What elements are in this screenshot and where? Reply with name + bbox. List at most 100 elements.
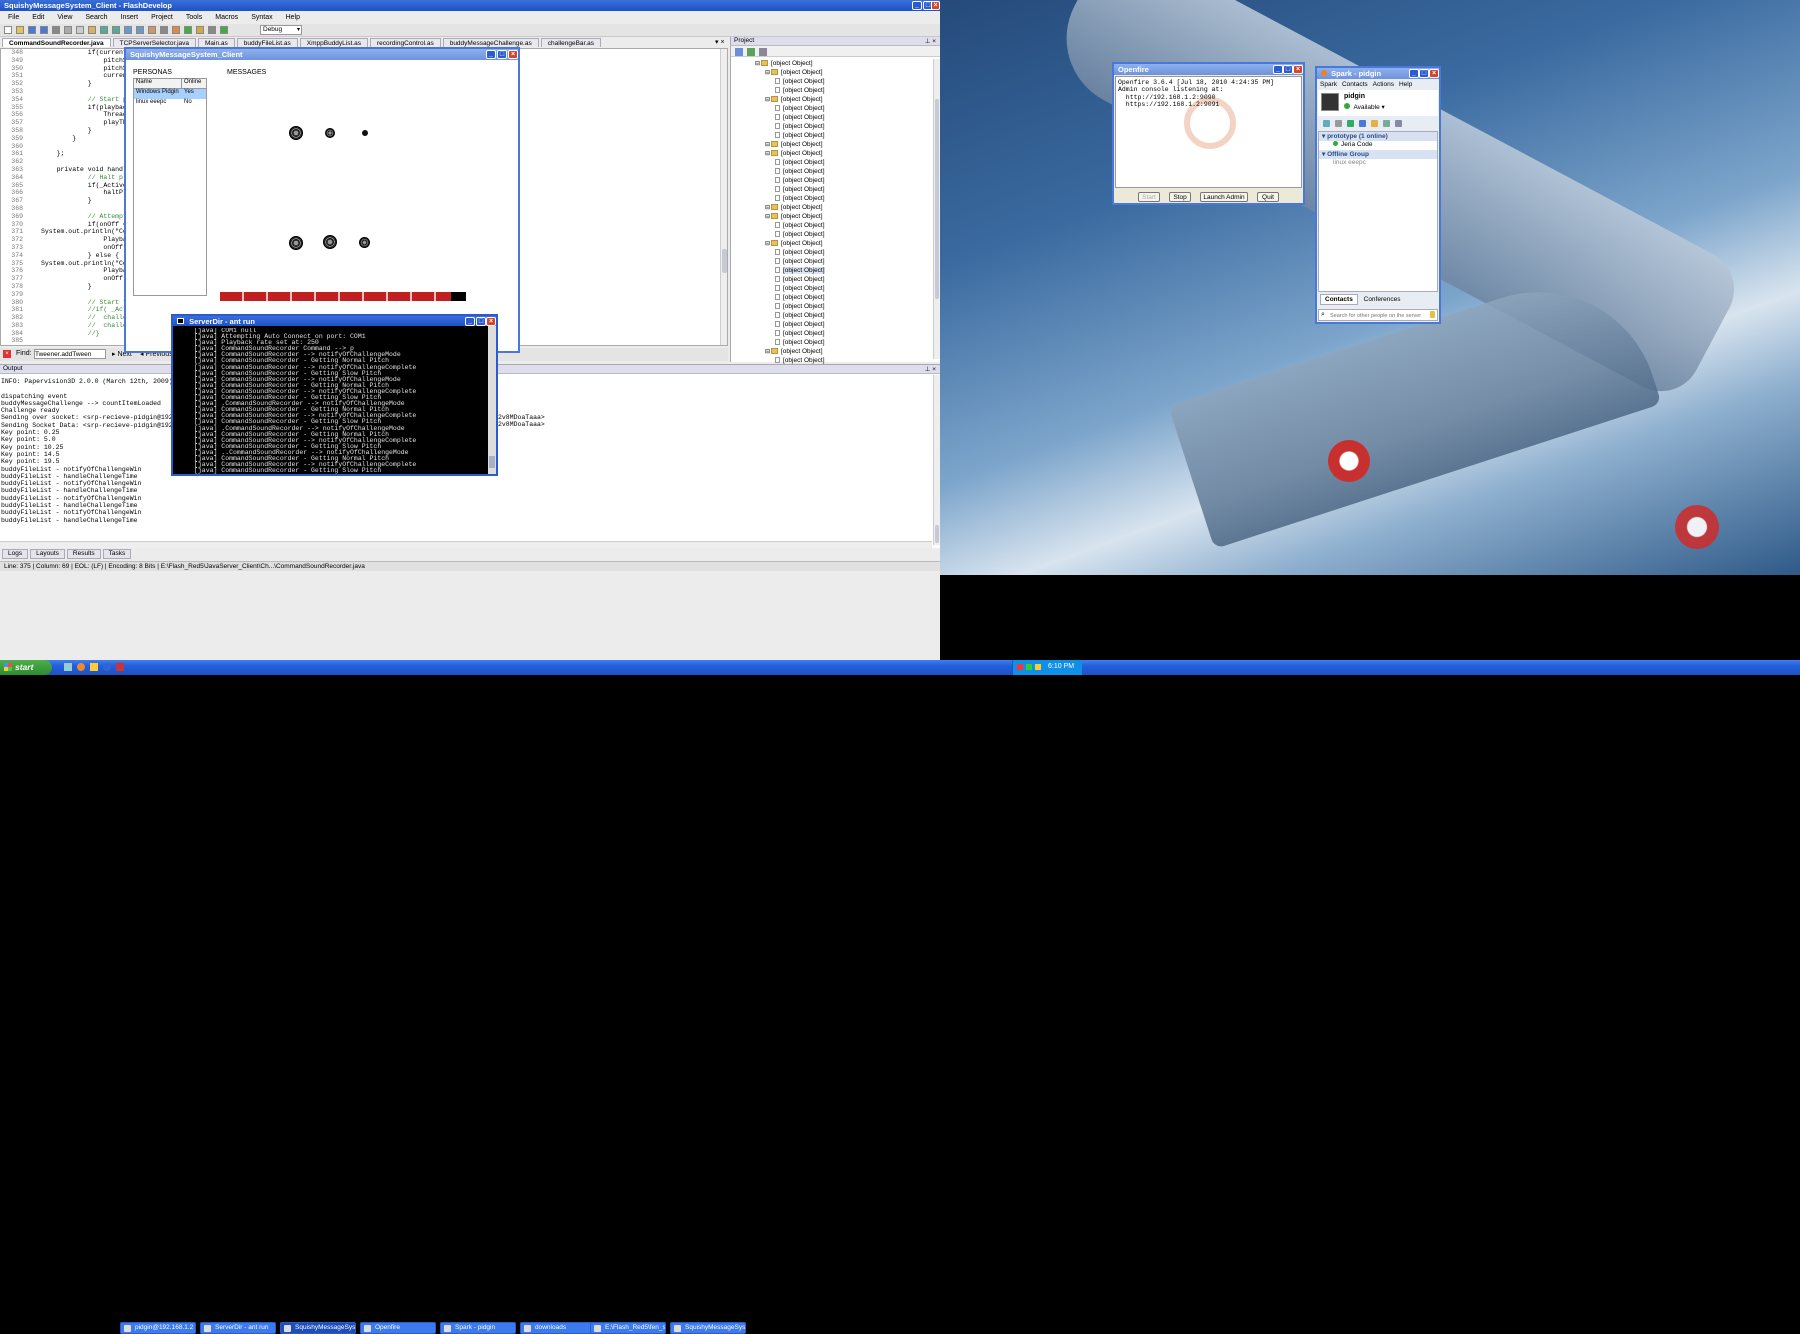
output-scrollbar[interactable] [933, 375, 940, 545]
document-icon[interactable] [1395, 120, 1402, 127]
tree-folder[interactable]: ⊟[object Object] [731, 239, 931, 248]
replace-icon[interactable] [136, 26, 144, 34]
menu-item[interactable]: Syntax [251, 14, 272, 21]
minimize-button[interactable]: _ [1409, 69, 1419, 78]
close-button[interactable]: × [508, 50, 518, 59]
tree-file[interactable]: [object Object] [731, 230, 931, 239]
clock[interactable]: 6:10 PM [1048, 663, 1074, 670]
serverdir-titlebar[interactable]: ServerDir - ant run _ □ × [173, 316, 496, 326]
tree-file[interactable]: [object Object] [731, 194, 931, 203]
message-orb[interactable] [323, 235, 337, 249]
attach-icon[interactable] [1335, 120, 1342, 127]
message-orb[interactable] [289, 236, 303, 250]
column-name-header[interactable]: Name [134, 79, 182, 88]
browser-icon[interactable] [76, 663, 85, 671]
chat-icon[interactable] [1323, 120, 1330, 127]
tree-file[interactable]: [object Object] [731, 185, 931, 194]
tab-document[interactable]: TCPServerSelector.java [112, 38, 197, 47]
tray-icon[interactable] [1017, 664, 1023, 670]
settings-icon[interactable] [208, 26, 216, 34]
contact-item[interactable]: linux eeepc [1319, 159, 1437, 168]
save-icon[interactable] [28, 26, 36, 34]
open-icon[interactable] [16, 26, 24, 34]
group-header[interactable]: ▾ prototype (1 online) [1319, 132, 1437, 141]
tab-document[interactable]: Main.as [198, 38, 235, 47]
taskbar-button[interactable]: E:\Flash_Red5\fen_s... [590, 1322, 666, 1334]
taskbar-button[interactable]: Spark - pidgin [440, 1322, 516, 1334]
console-output[interactable]: [java] COM1 null [java] Attempting Auto C… [194, 328, 484, 474]
menu-item[interactable]: Edit [32, 14, 44, 21]
stop-button[interactable]: Stop [1169, 192, 1191, 202]
start-button[interactable]: Start [1138, 192, 1160, 202]
menu-item[interactable]: View [57, 14, 72, 21]
table-row[interactable]: Windows Pidgin Yes [134, 89, 206, 99]
tree-file[interactable]: [object Object] [731, 338, 931, 347]
bottom-tab[interactable]: Logs [2, 549, 29, 559]
spark-titlebar[interactable]: Spark - pidgin _ □ × [1317, 68, 1439, 79]
spark-menu-item[interactable]: Spark [1320, 81, 1337, 88]
flash-player-titlebar[interactable]: SquishyMessageSystem_Client _ □ × [126, 49, 518, 60]
spark-menu-item[interactable]: Contacts [1342, 81, 1368, 88]
tree-scrollbar[interactable] [933, 59, 940, 359]
tree-file[interactable]: [object Object] [731, 86, 931, 95]
menu-item[interactable]: Tools [186, 14, 202, 21]
tab-active[interactable]: CommandSoundRecorder.java [2, 38, 111, 47]
tree-file[interactable]: [object Object] [731, 275, 931, 284]
maximize-button[interactable]: □ [1283, 65, 1293, 74]
cut-icon[interactable] [64, 26, 72, 34]
tree-file[interactable]: [object Object] [731, 248, 931, 257]
tree-file[interactable]: [object Object] [731, 113, 931, 122]
tray-icon[interactable] [1035, 664, 1041, 670]
contact-item[interactable]: Jeria Code [1319, 141, 1437, 150]
flashdevelop-titlebar[interactable]: SquishyMessageSystem_Client - FlashDevel… [0, 0, 940, 11]
avatar[interactable] [1321, 93, 1339, 111]
print-icon[interactable] [52, 26, 60, 34]
presence-selector[interactable]: Available ▾ [1344, 103, 1385, 111]
tree-file[interactable]: [object Object] [731, 293, 931, 302]
tab-document[interactable]: buddyMessageChallenge.as [442, 38, 539, 47]
test-movie-icon[interactable] [184, 26, 192, 34]
tab-document[interactable]: challengeBar.as [540, 38, 601, 47]
menu-item[interactable]: Macros [215, 14, 238, 21]
tree-file[interactable]: [object Object] [731, 131, 931, 140]
build-config-select[interactable]: Debug ▾ [260, 25, 302, 35]
spark-menu-item[interactable]: Actions [1373, 81, 1394, 88]
refresh-icon[interactable] [747, 48, 755, 56]
tree-file[interactable]: [object Object] [731, 122, 931, 131]
paste-icon[interactable] [88, 26, 96, 34]
scroll-thumb[interactable] [722, 249, 727, 273]
undo-icon[interactable] [100, 26, 108, 34]
taskbar-button[interactable]: SquishyMessageSyst... [670, 1322, 746, 1334]
redo-icon[interactable] [112, 26, 120, 34]
spark-menu-item[interactable]: Help [1399, 81, 1412, 88]
message-orb[interactable] [362, 130, 368, 136]
output-scroll-thumb[interactable] [935, 525, 939, 543]
console-scroll-thumb[interactable] [489, 456, 495, 468]
project-settings-icon[interactable] [759, 48, 767, 56]
minimize-button[interactable]: _ [486, 50, 496, 59]
tree-file[interactable]: [object Object] [731, 221, 931, 230]
maximize-button[interactable]: □ [476, 317, 486, 326]
bottom-tab[interactable]: Tasks [102, 549, 132, 559]
tab-contacts[interactable]: Contacts [1320, 294, 1358, 305]
tree-file[interactable]: [object Object] [731, 77, 931, 86]
editor-scrollbar[interactable] [720, 49, 727, 345]
close-find-icon[interactable]: × [3, 350, 11, 358]
refresh-icon[interactable] [1359, 120, 1366, 127]
taskbar-button[interactable]: ServerDir - ant run [200, 1322, 276, 1334]
project-view-icon[interactable] [735, 48, 743, 56]
tree-folder[interactable]: ⊟[object Object] [731, 68, 931, 77]
launch-admin-button[interactable]: Launch Admin [1200, 192, 1248, 202]
close-button[interactable]: × [931, 1, 940, 10]
bottom-tab[interactable]: Layouts [30, 549, 65, 559]
tree-file[interactable]: [object Object] [731, 104, 931, 113]
tree-folder[interactable]: ⊟[object Object] [731, 203, 931, 212]
new-file-icon[interactable] [4, 26, 12, 34]
menu-item[interactable]: File [8, 14, 19, 21]
tree-folder[interactable]: ⊟[object Object] [731, 59, 931, 68]
toggle-panel-icon[interactable] [160, 26, 168, 34]
tree-file[interactable]: [object Object] [731, 158, 931, 167]
tree-folder[interactable]: ⊟[object Object] [731, 140, 931, 149]
minimize-button[interactable]: _ [1273, 65, 1283, 74]
close-button[interactable]: × [486, 317, 496, 326]
